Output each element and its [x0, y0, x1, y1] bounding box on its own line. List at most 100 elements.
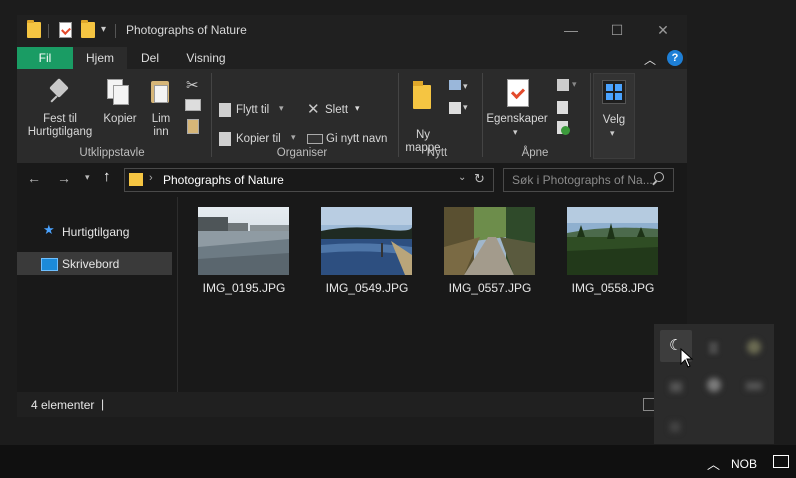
rename-button[interactable]: Gi nytt navn [307, 129, 391, 149]
folder-icon [27, 20, 41, 38]
new-folder-icon [413, 85, 431, 109]
maximize-button[interactable]: ☐ [594, 15, 640, 45]
copy-to-label: Kopier til [236, 133, 281, 145]
move-to-icon [219, 103, 231, 117]
tray-app-icon[interactable] [660, 370, 692, 402]
address-dropdown-icon[interactable]: ⌄ [458, 172, 466, 183]
move-to-label: Flytt til [236, 104, 270, 116]
new-group-label: Nytt [426, 147, 448, 159]
refresh-icon[interactable]: ↻ [474, 171, 485, 187]
file-name[interactable]: IMG_0557.JPG [430, 281, 550, 295]
file-thumbnail[interactable] [198, 207, 289, 275]
breadcrumb-current[interactable]: Photographs of Nature [163, 173, 284, 187]
copy-path-icon[interactable] [185, 99, 201, 111]
nav-item-label: Hurtigtilgang [62, 225, 130, 239]
rename-icon [307, 134, 323, 144]
notifications-icon[interactable] [773, 455, 789, 468]
copy-button[interactable]: Kopier [101, 73, 139, 145]
tray-app-icon[interactable] [698, 370, 730, 402]
move-to-button[interactable]: Flytt til ▾ [219, 100, 299, 120]
navigation-pane: ★ Hurtigtilgang Skrivebord [17, 197, 175, 392]
ribbon: Fest til Hurtigtilgang Kopier Lim inn ✂ … [17, 69, 687, 163]
search-placeholder: Søk i Photographs of Na... [512, 173, 653, 187]
paste-button[interactable]: Lim inn [145, 73, 177, 145]
tab-fil[interactable]: Fil [17, 47, 73, 69]
new-folder-quick-icon[interactable] [81, 20, 95, 38]
mouse-cursor-icon [680, 348, 694, 368]
tray-overflow-popup: ☾ [654, 324, 774, 444]
history-icon[interactable] [557, 121, 570, 135]
new-folder-label-line1: Ny [415, 129, 431, 141]
paste-shortcut-icon[interactable] [187, 119, 199, 134]
nav-item-desktop[interactable]: Skrivebord [17, 252, 172, 275]
recent-locations-icon[interactable]: ▾ [85, 172, 90, 183]
breadcrumb-chevron-icon[interactable]: › [149, 172, 153, 184]
nav-item-label: Skrivebord [62, 257, 120, 271]
pin-label-line2: Hurtigtilgang [27, 126, 93, 138]
up-icon[interactable]: ↑ [103, 168, 111, 185]
easy-access-icon[interactable] [449, 102, 461, 114]
properties-quick-icon[interactable] [59, 22, 72, 38]
tray-app-icon[interactable] [738, 370, 770, 402]
tray-app-icon[interactable] [660, 410, 692, 442]
select-button[interactable]: Velg ▾ [593, 73, 635, 159]
open-icon[interactable] [557, 79, 569, 91]
delete-label: Slett [325, 104, 349, 116]
rename-label: Gi nytt navn [326, 133, 388, 145]
properties-icon [507, 79, 529, 107]
file-name[interactable]: IMG_0195.JPG [184, 281, 304, 295]
tray-app-icon[interactable] [738, 330, 770, 362]
file-name[interactable]: IMG_0558.JPG [553, 281, 673, 295]
search-input[interactable]: Søk i Photographs of Na... [503, 168, 674, 192]
back-icon[interactable]: ← [27, 170, 41, 186]
open-group-label: Åpne [521, 147, 549, 159]
customize-quick-access-icon[interactable]: ▾ [101, 24, 106, 35]
desktop-icon [41, 258, 58, 271]
title-bar[interactable]: ▾ Photographs of Nature — ☐ ✕ [17, 15, 687, 47]
organize-group-label: Organiser [276, 147, 328, 159]
properties-button[interactable]: Egenskaper ▾ [485, 73, 549, 145]
copy-to-icon [219, 132, 231, 146]
address-bar[interactable]: › Photographs of Nature ⌄ ↻ [124, 168, 494, 192]
pin-label-line1: Fest til [43, 113, 77, 125]
taskbar: ︿ NOB [0, 445, 796, 478]
properties-label: Egenskaper [486, 113, 548, 125]
minimize-button[interactable]: — [548, 15, 594, 45]
star-icon: ★ [43, 222, 55, 237]
tab-del[interactable]: Del [135, 47, 165, 69]
clipboard-group-label: Utklippstavle [79, 147, 145, 159]
copy-label: Kopier [103, 113, 137, 125]
collapse-ribbon-icon[interactable]: ︿ [644, 51, 656, 68]
cut-icon[interactable]: ✂ [186, 76, 199, 94]
new-folder-button[interactable]: Ny mappe [401, 73, 445, 154]
delete-button[interactable]: ✕ Slett ▾ [307, 100, 367, 120]
help-icon[interactable]: ? [667, 50, 683, 66]
file-name[interactable]: IMG_0549.JPG [307, 281, 427, 295]
item-count: 4 elementer [31, 398, 95, 412]
edit-icon[interactable] [557, 101, 568, 114]
language-indicator[interactable]: NOB [731, 457, 757, 471]
status-bar: 4 elementer | [17, 392, 687, 417]
file-list: IMG_0195.JPG IMG_0549.JPG IMG_0557.JPG I… [177, 197, 687, 392]
pin-to-quick-access-button[interactable]: Fest til Hurtigtilgang [19, 73, 101, 145]
tray-app-icon[interactable] [698, 330, 730, 362]
pin-icon [49, 78, 69, 98]
file-thumbnail[interactable] [321, 207, 412, 275]
address-row: ← → ▾ ↑ › Photographs of Nature ⌄ ↻ Søk … [17, 163, 687, 197]
forward-icon[interactable]: → [57, 170, 71, 186]
new-item-icon[interactable] [449, 80, 461, 90]
ribbon-tabs: Fil Hjem Del Visning ︿ ? [17, 47, 687, 69]
show-hidden-icons-icon[interactable]: ︿ [707, 454, 720, 473]
folder-icon [129, 173, 143, 186]
paste-label-line1: Lim [151, 113, 171, 125]
tab-visning[interactable]: Visning [181, 47, 231, 69]
select-label: Velg [602, 114, 626, 126]
explorer-window: ▾ Photographs of Nature — ☐ ✕ Fil Hjem D… [17, 15, 687, 417]
nav-item-quick-access[interactable]: ★ Hurtigtilgang [17, 220, 172, 243]
file-thumbnail[interactable] [567, 207, 658, 275]
window-title: Photographs of Nature [126, 23, 247, 37]
file-thumbnail[interactable] [444, 207, 535, 275]
tab-hjem[interactable]: Hjem [73, 47, 127, 69]
copy-to-button[interactable]: Kopier til ▾ [219, 129, 301, 149]
close-button[interactable]: ✕ [640, 15, 686, 45]
